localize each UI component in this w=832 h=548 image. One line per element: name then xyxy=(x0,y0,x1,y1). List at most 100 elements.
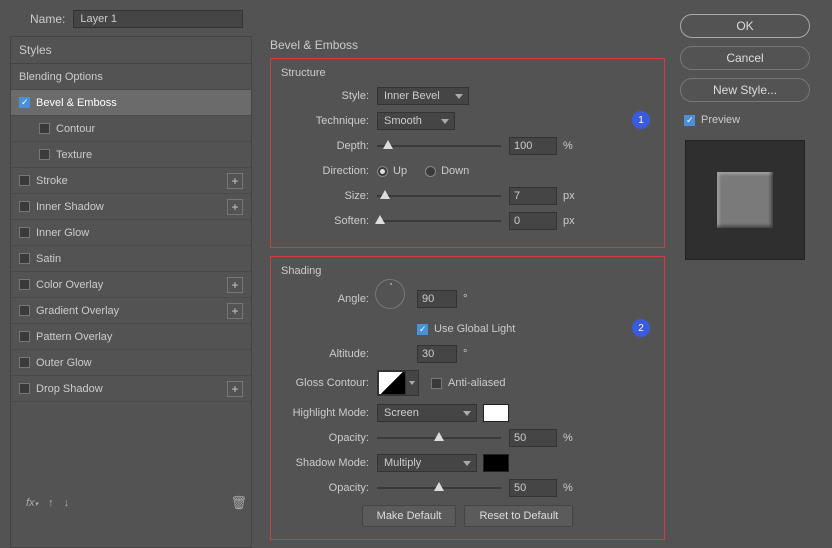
blending-options[interactable]: Blending Options xyxy=(11,64,251,90)
opacity-label: Opacity: xyxy=(281,432,369,444)
unit: px xyxy=(563,190,575,202)
unit: % xyxy=(563,432,573,444)
label: Gradient Overlay xyxy=(36,305,119,317)
angle-input[interactable] xyxy=(417,290,457,308)
shadow-mode-select[interactable]: Multiply xyxy=(377,454,477,472)
angle-label: Angle: xyxy=(281,293,369,305)
checkbox-icon[interactable] xyxy=(19,201,30,212)
size-slider[interactable] xyxy=(377,189,501,203)
style-select[interactable]: Inner Bevel xyxy=(377,87,469,105)
label: Blending Options xyxy=(19,71,103,83)
depth-slider[interactable] xyxy=(377,139,501,153)
unit: ° xyxy=(463,348,467,360)
soften-label: Soften: xyxy=(281,215,369,227)
structure-head: Structure xyxy=(281,67,654,79)
checkbox-icon[interactable] xyxy=(19,305,30,316)
down-label: Down xyxy=(441,165,469,177)
shading-group: Shading 2 Angle: ° Use Global Light Alti… xyxy=(270,256,665,540)
altitude-input[interactable] xyxy=(417,345,457,363)
hl-opacity-input[interactable] xyxy=(509,429,557,447)
make-default-button[interactable]: Make Default xyxy=(362,505,457,527)
direction-label: Direction: xyxy=(281,165,369,177)
label: Drop Shadow xyxy=(36,383,103,395)
sh-opacity-input[interactable] xyxy=(509,479,557,497)
plus-icon[interactable]: + xyxy=(227,303,243,319)
inner-shadow[interactable]: Inner Shadow + xyxy=(11,194,251,220)
shadow-mode-label: Shadow Mode: xyxy=(281,457,369,469)
soften-input[interactable] xyxy=(509,212,557,230)
altitude-label: Altitude: xyxy=(281,348,369,360)
plus-icon[interactable]: + xyxy=(227,199,243,215)
ok-button[interactable]: OK xyxy=(680,14,810,38)
fx-icon[interactable]: fx▾ xyxy=(26,497,38,509)
size-input[interactable] xyxy=(509,187,557,205)
plus-icon[interactable]: + xyxy=(227,173,243,189)
styles-panel: Styles Blending Options Bevel & Emboss C… xyxy=(10,36,252,548)
style-label: Style: xyxy=(281,90,369,102)
checkbox-icon[interactable] xyxy=(19,279,30,290)
depth-input[interactable] xyxy=(509,137,557,155)
gloss-contour-picker[interactable] xyxy=(377,370,419,396)
cancel-button[interactable]: Cancel xyxy=(680,46,810,70)
label: Bevel & Emboss xyxy=(36,97,117,109)
opacity-label: Opacity: xyxy=(281,482,369,494)
right-panel: OK Cancel New Style... Preview xyxy=(676,14,814,260)
checkbox-icon[interactable] xyxy=(19,357,30,368)
highlight-mode-select[interactable]: Screen xyxy=(377,404,477,422)
color-overlay[interactable]: Color Overlay+ xyxy=(11,272,251,298)
label: Pattern Overlay xyxy=(36,331,112,343)
hl-opacity-slider[interactable] xyxy=(377,431,501,445)
technique-select[interactable]: Smooth xyxy=(377,112,455,130)
stroke[interactable]: Stroke+ xyxy=(11,168,251,194)
antialiased-checkbox[interactable] xyxy=(431,378,442,389)
depth-label: Depth: xyxy=(281,140,369,152)
move-up-icon[interactable]: ↑ xyxy=(48,497,54,509)
label: Texture xyxy=(56,149,92,161)
label: Outer Glow xyxy=(36,357,92,369)
name-label: Name: xyxy=(30,12,65,26)
shading-head: Shading xyxy=(281,265,654,277)
contour[interactable]: Contour xyxy=(11,116,251,142)
checkbox-icon[interactable] xyxy=(19,227,30,238)
label: Contour xyxy=(56,123,95,135)
checkbox-icon[interactable] xyxy=(39,149,50,160)
checkbox-icon[interactable] xyxy=(39,123,50,134)
plus-icon[interactable]: + xyxy=(227,277,243,293)
checkbox-icon[interactable] xyxy=(19,253,30,264)
panel-title: Bevel & Emboss xyxy=(270,36,665,58)
checkbox-icon[interactable] xyxy=(19,175,30,186)
unit: px xyxy=(563,215,575,227)
highlight-mode-label: Highlight Mode: xyxy=(281,407,369,419)
checkbox-icon[interactable] xyxy=(19,331,30,342)
preview-checkbox[interactable] xyxy=(684,115,695,126)
antialiased-label: Anti-aliased xyxy=(448,377,505,389)
drop-shadow[interactable]: Drop Shadow + xyxy=(11,376,251,402)
shadow-color-swatch[interactable] xyxy=(483,454,509,472)
pattern-overlay[interactable]: Pattern Overlay xyxy=(11,324,251,350)
checkbox-icon[interactable] xyxy=(19,97,30,108)
global-light-checkbox[interactable] xyxy=(417,324,428,335)
new-style-button[interactable]: New Style... xyxy=(680,78,810,102)
soften-slider[interactable] xyxy=(377,214,501,228)
highlight-color-swatch[interactable] xyxy=(483,404,509,422)
global-light-label: Use Global Light xyxy=(434,323,515,335)
satin[interactable]: Satin xyxy=(11,246,251,272)
checkbox-icon[interactable] xyxy=(19,383,30,394)
sh-opacity-slider[interactable] xyxy=(377,481,501,495)
angle-wheel[interactable] xyxy=(375,279,405,309)
outer-glow[interactable]: Outer Glow xyxy=(11,350,251,376)
radio-up[interactable] xyxy=(377,166,388,177)
annotation-2: 2 xyxy=(632,319,650,337)
trash-icon[interactable]: 🗑 xyxy=(230,495,247,511)
radio-down[interactable] xyxy=(425,166,436,177)
reset-default-button[interactable]: Reset to Default xyxy=(464,505,573,527)
texture[interactable]: Texture xyxy=(11,142,251,168)
label: Inner Shadow xyxy=(36,201,104,213)
unit: ° xyxy=(463,293,467,305)
inner-glow[interactable]: Inner Glow xyxy=(11,220,251,246)
move-down-icon[interactable]: ↓ xyxy=(64,497,70,509)
plus-icon[interactable]: + xyxy=(227,381,243,397)
bevel-emboss[interactable]: Bevel & Emboss xyxy=(11,90,251,116)
gradient-overlay[interactable]: Gradient Overlay + xyxy=(11,298,251,324)
name-input[interactable] xyxy=(73,10,243,28)
